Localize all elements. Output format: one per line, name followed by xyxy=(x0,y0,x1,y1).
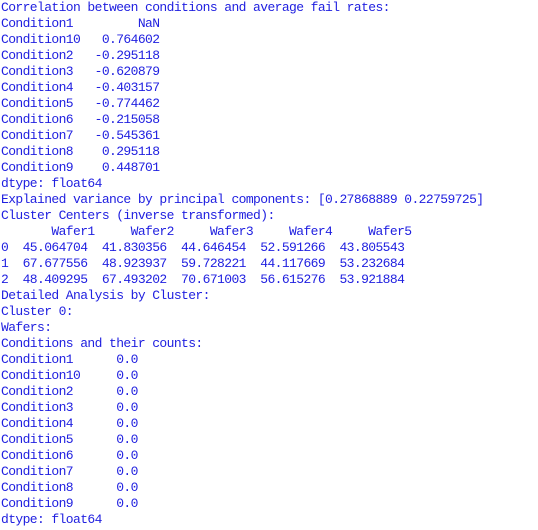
wafers-label: Wafers: xyxy=(1,320,52,335)
cluster-centers-row: 1 67.677556 48.923937 59.728221 44.11766… xyxy=(1,256,405,271)
pca-explained-variance: Explained variance by principal componen… xyxy=(1,192,484,207)
counts-row: Condition1 0.0 xyxy=(1,352,138,367)
counts-row: Condition3 0.0 xyxy=(1,400,138,415)
counts-row: Condition8 0.0 xyxy=(1,480,138,495)
console-output: Correlation between conditions and avera… xyxy=(0,0,538,528)
counts-row: Condition7 0.0 xyxy=(1,464,138,479)
correlation-row: Condition2 -0.295118 xyxy=(1,48,160,63)
counts-row: Condition4 0.0 xyxy=(1,416,138,431)
cluster-label: Cluster 0: xyxy=(1,304,74,319)
correlation-header: Correlation between conditions and avera… xyxy=(1,0,390,15)
counts-header: Conditions and their counts: xyxy=(1,336,203,351)
correlation-row: Condition1 NaN xyxy=(1,16,160,31)
cluster-centers-row: 2 48.409295 67.493202 70.671003 56.61527… xyxy=(1,272,405,287)
correlation-row: Condition4 -0.403157 xyxy=(1,80,160,95)
detail-header: Detailed Analysis by Cluster: xyxy=(1,288,210,303)
counts-row: Condition2 0.0 xyxy=(1,384,138,399)
correlation-row: Condition3 -0.620879 xyxy=(1,64,160,79)
counts-row: Condition6 0.0 xyxy=(1,448,138,463)
counts-row: Condition9 0.0 xyxy=(1,496,138,511)
counts-row: Condition10 0.0 xyxy=(1,368,138,383)
correlation-row: Condition9 0.448701 xyxy=(1,160,160,175)
correlation-dtype: dtype: float64 xyxy=(1,176,102,191)
cluster-centers-columns: Wafer1 Wafer2 Wafer3 Wafer4 Wafer5 xyxy=(1,224,412,239)
correlation-row: Condition6 -0.215058 xyxy=(1,112,160,127)
correlation-row: Condition8 0.295118 xyxy=(1,144,160,159)
cluster-centers-row: 0 45.064704 41.830356 44.646454 52.59126… xyxy=(1,240,405,255)
correlation-row: Condition5 -0.774462 xyxy=(1,96,160,111)
correlation-row: Condition10 0.764602 xyxy=(1,32,160,47)
correlation-row: Condition7 -0.545361 xyxy=(1,128,160,143)
cluster-centers-header: Cluster Centers (inverse transformed): xyxy=(1,208,275,223)
counts-dtype: dtype: float64 xyxy=(1,512,102,527)
counts-row: Condition5 0.0 xyxy=(1,432,138,447)
